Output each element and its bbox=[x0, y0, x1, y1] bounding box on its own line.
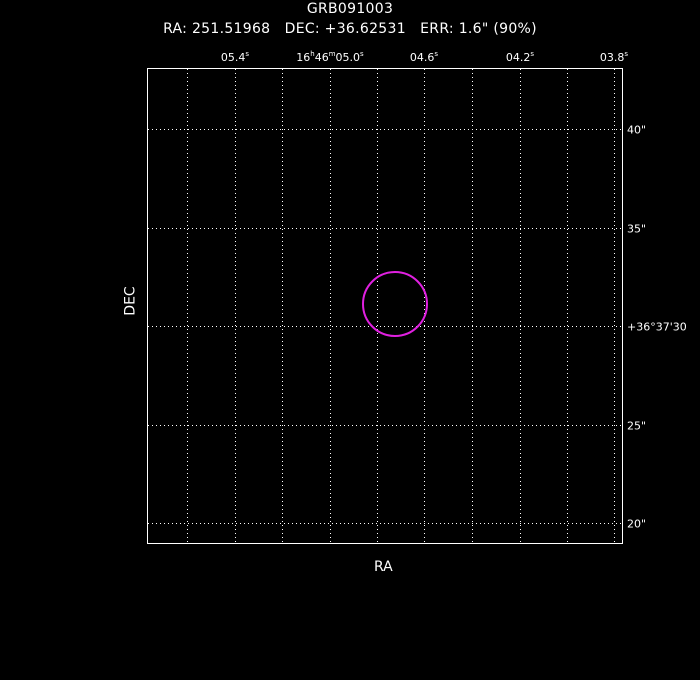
dec-tick-label: 20" bbox=[627, 517, 647, 531]
dec-tick-label: 40" bbox=[627, 123, 647, 137]
ra-tick-label: 04.6s bbox=[409, 50, 439, 65]
y-axis-label: DEC bbox=[122, 286, 139, 316]
coordinate-grid bbox=[148, 69, 622, 543]
plot-frame bbox=[147, 68, 623, 544]
error-circle bbox=[362, 271, 428, 337]
ra-tick-label: 04.2s bbox=[505, 50, 535, 65]
ra-tick-label: 03.8s bbox=[599, 50, 629, 65]
dec-tick-label: +36°37'30 bbox=[627, 320, 687, 334]
ra-tick-label: 16h46m05.0s bbox=[296, 50, 364, 65]
dec-tick-label: 25" bbox=[627, 419, 647, 433]
ra-tick-label: 05.4s bbox=[220, 50, 250, 65]
dec-tick-label: 35" bbox=[627, 222, 647, 236]
finding-chart bbox=[147, 68, 623, 544]
x-axis-label: RA bbox=[374, 559, 393, 575]
